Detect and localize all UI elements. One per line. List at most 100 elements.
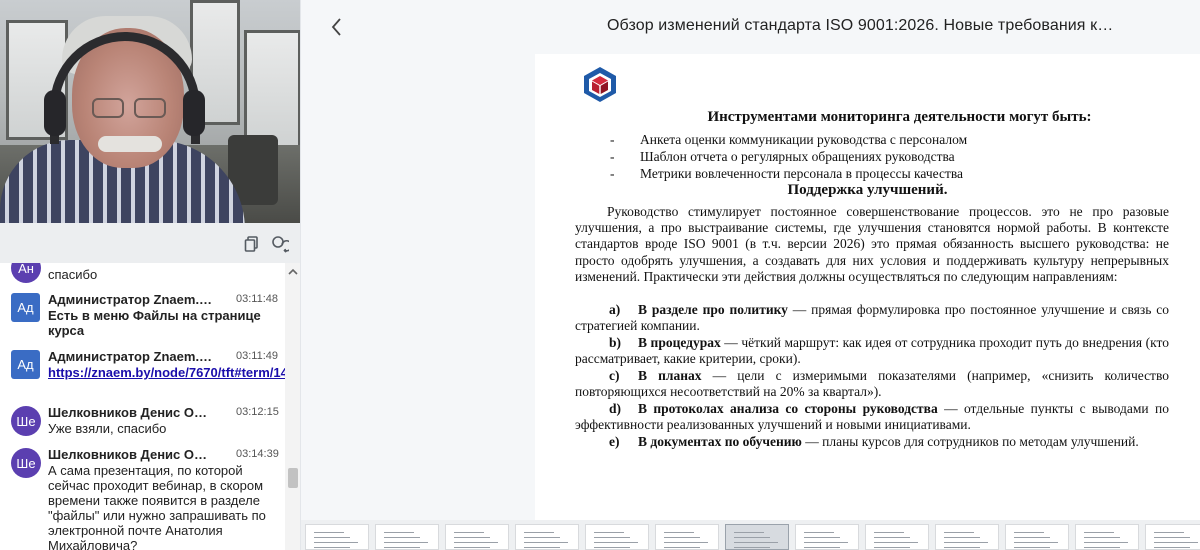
bullet-dash: - [610, 149, 615, 164]
thumbnail-text-line [1084, 537, 1120, 538]
thumbnail-text-line [1084, 542, 1128, 543]
thumbnail-text-line [1014, 532, 1044, 533]
slide-list-item: b) В процедурах — чёткий маршрут: как иде… [575, 335, 1169, 367]
thumbnail-text-line [664, 537, 700, 538]
thumbnail-text-line [734, 547, 770, 548]
chat-message: Ше Шелковников Денис О… 03:12:15 Уже взя… [0, 405, 285, 441]
presentation-header: Обзор изменений стандарта ISO 9001:2026.… [301, 0, 1200, 54]
chat-message-text: спасибо [48, 267, 98, 282]
thumbnail-text-line [1014, 547, 1050, 548]
chat-message: Ад Администратор Znaem.… 03:11:49 https:… [0, 349, 300, 397]
thumbnail-text-line [384, 547, 420, 548]
thumbnail-text-line [524, 547, 560, 548]
thumbnail-text-line [384, 542, 428, 543]
slide-thumbnail[interactable] [1075, 524, 1139, 550]
slide-thumbnail[interactable] [1005, 524, 1069, 550]
thumbnail-text-line [454, 547, 490, 548]
slide-paragraph: Руководство стимулирует постоянное совер… [575, 204, 1169, 284]
thumbnail-text-line [1154, 547, 1190, 548]
thumbnail-text-line [734, 532, 764, 533]
thumbnail-text-line [594, 542, 638, 543]
chat-message-time: 03:11:49 [236, 350, 279, 362]
bullet-dash: - [610, 166, 615, 181]
thumbnail-text-line [664, 542, 708, 543]
chat-message-time: 03:12:15 [236, 406, 279, 418]
slide-bullet-list: - Анкета оценки коммуникации руководства … [610, 131, 1090, 182]
slide-list-item: d) В протоколах анализа со стороны руково… [575, 401, 1169, 433]
thumbnail-text-line [874, 547, 910, 548]
chat-message-text: Уже взяли, спасибо [48, 421, 167, 436]
chat-scrollbar-thumb[interactable] [288, 468, 298, 488]
avatar: Ше [11, 406, 41, 436]
chat-message-time: 03:11:48 [236, 293, 279, 305]
presentation-area: Обзор изменений стандарта ISO 9001:2026.… [301, 0, 1200, 550]
slide-list-item: e) В документах по обучению — планы курсо… [609, 434, 1139, 449]
thumbnail-text-line [384, 532, 414, 533]
thumbnail-text-line [804, 547, 840, 548]
slide-thumbnail[interactable] [935, 524, 999, 550]
slide-thumbnail-strip [301, 520, 1200, 550]
list-item: - Метрики вовлеченности персонала в проце… [610, 166, 964, 181]
thumbnail-text-line [594, 537, 630, 538]
speaker-video [0, 0, 300, 223]
slide-thumbnail[interactable] [305, 524, 369, 550]
slide-subheading: Поддержка улучшений. [787, 182, 948, 198]
thumbnail-text-line [1154, 542, 1198, 543]
thumbnail-text-line [524, 537, 560, 538]
thumbnail-text-line [314, 547, 350, 548]
slide-thumbnail[interactable] [1145, 524, 1200, 550]
thumbnail-text-line [944, 547, 980, 548]
thumbnail-text-line [874, 537, 910, 538]
slide-thumbnail[interactable] [725, 524, 789, 550]
slide-heading: Инструментами мониторинга деятельности м… [707, 109, 1092, 125]
thumbnail-text-line [734, 542, 778, 543]
chat-message: Ан спасибо [0, 263, 285, 283]
avatar: Ан [11, 263, 41, 283]
slide-thumbnail[interactable] [445, 524, 509, 550]
thumbnail-text-line [734, 537, 770, 538]
thumbnail-text-line [384, 537, 420, 538]
chat-message: Ше Шелковников Денис О… 03:14:39 А сама … [0, 447, 285, 550]
chevron-left-icon[interactable] [325, 14, 349, 40]
slide-thumbnail[interactable] [795, 524, 859, 550]
thumbnail-text-line [1154, 537, 1190, 538]
chevron-up-icon[interactable] [288, 265, 298, 279]
thumbnail-text-line [1084, 547, 1120, 548]
headphone-ear-left [44, 90, 66, 136]
avatar: Ад [11, 350, 40, 379]
list-item: - Анкета оценки коммуникации руководства … [610, 132, 968, 147]
thumbnail-text-line [804, 532, 834, 533]
chat-bubbles-icon[interactable] [271, 235, 289, 253]
list-item: - Шаблон отчета о регулярных обращениях р… [610, 149, 955, 164]
presentation-title: Обзор изменений стандарта ISO 9001:2026.… [607, 17, 1114, 34]
thumbnail-text-line [314, 542, 358, 543]
slide-list-item: a) В разделе про политику — прямая формул… [575, 302, 1169, 334]
current-slide: Инструментами мониторинга деятельности м… [535, 54, 1200, 520]
chat-message-text: Есть в меню Файлы на странице курса [48, 308, 261, 338]
chat-panel: Ан спасибо Ад Администратор Znaem.… 03:1… [0, 263, 300, 550]
slide-thumbnail[interactable] [655, 524, 719, 550]
bullet-dash: - [610, 132, 615, 147]
slide-thumbnail[interactable] [865, 524, 929, 550]
thumbnail-text-line [944, 542, 988, 543]
slide-thumbnail[interactable] [515, 524, 579, 550]
chat-scrollbar[interactable] [285, 263, 300, 550]
thumbnail-text-line [1014, 542, 1058, 543]
thumbnail-text-line [1014, 537, 1050, 538]
chat-message-time: 03:14:39 [236, 448, 279, 460]
thumbnail-text-line [594, 532, 624, 533]
thumbnail-text-line [664, 532, 694, 533]
thumbnail-text-line [454, 542, 498, 543]
thumbnail-text-line [314, 537, 350, 538]
slide-thumbnail[interactable] [375, 524, 439, 550]
thumbnail-text-line [454, 532, 484, 533]
copy-icon[interactable] [243, 235, 261, 253]
avatar: Ше [11, 448, 41, 478]
video-background-window [244, 30, 300, 150]
thumbnail-text-line [314, 532, 344, 533]
chat-message-author: Шелковников Денис О… [48, 447, 207, 462]
slide-thumbnail[interactable] [585, 524, 649, 550]
chat-link[interactable]: https://znaem.by/node/7670/tft#term/1418… [48, 365, 300, 380]
chat-message-author: Администратор Znaem.… [48, 292, 213, 307]
thumbnail-text-line [804, 537, 840, 538]
